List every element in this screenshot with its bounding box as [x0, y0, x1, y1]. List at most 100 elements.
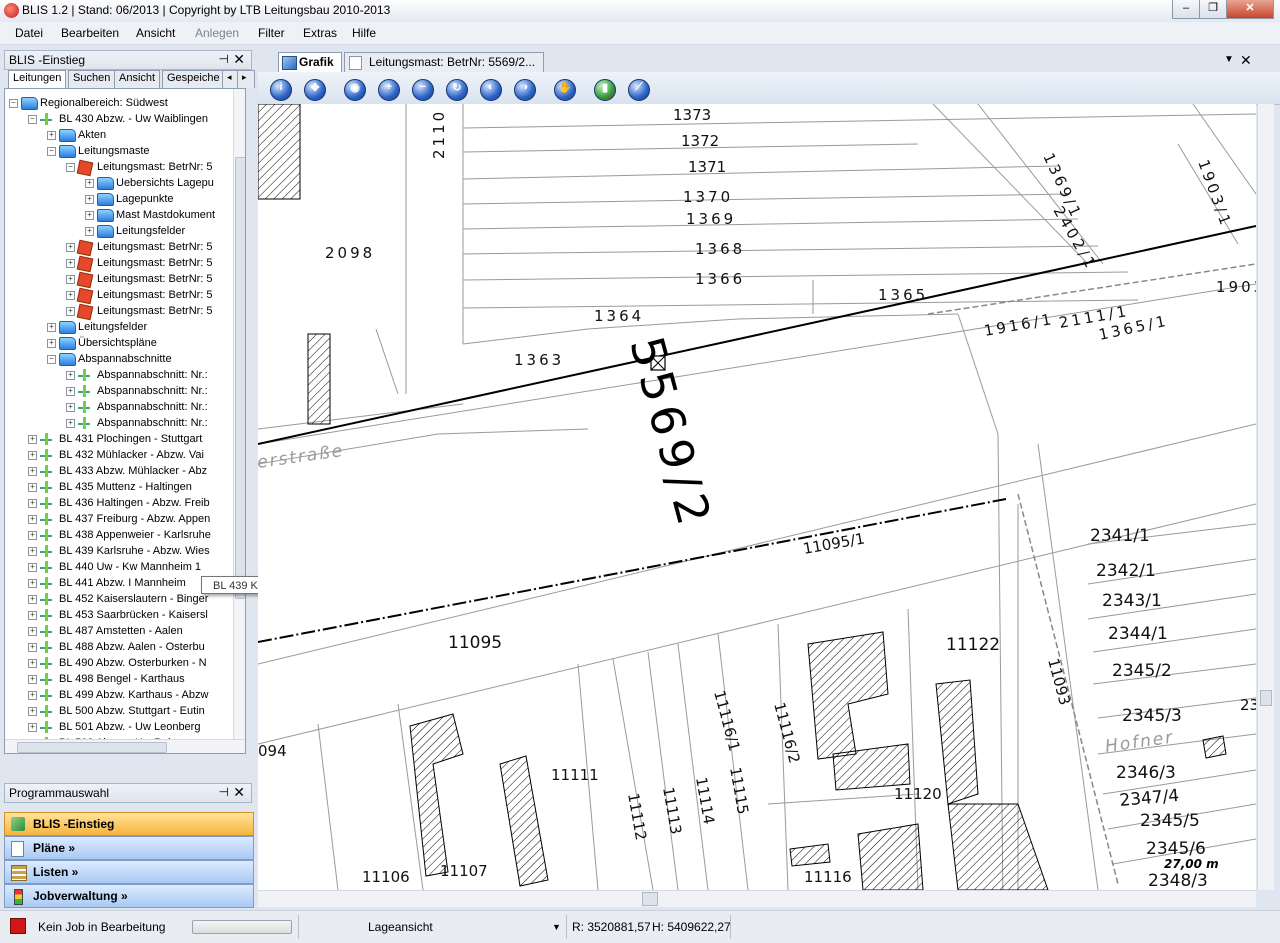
expand-icon[interactable]: +	[28, 483, 37, 492]
expand-icon[interactable]: +	[28, 643, 37, 652]
expand-icon[interactable]: +	[47, 339, 56, 348]
parcel-label: 11116/1	[710, 688, 744, 753]
tree-item-label: BL 488 Abzw. Aalen - Osterbu	[59, 641, 205, 653]
expand-icon[interactable]: +	[47, 131, 56, 140]
tab-leitungen[interactable]: Leitungen	[8, 70, 67, 89]
expand-icon[interactable]: +	[85, 211, 94, 220]
zoom-previous-icon[interactable]: ◑	[514, 79, 536, 101]
expand-icon[interactable]: +	[28, 499, 37, 508]
expand-icon[interactable]: +	[85, 179, 94, 188]
map-vscroll-thumb[interactable]	[1260, 690, 1272, 706]
close-window-button[interactable]: ✕	[1226, 0, 1274, 19]
zoom-icon[interactable]: ◉	[344, 79, 366, 101]
line-icon	[78, 385, 90, 397]
expand-icon[interactable]: +	[66, 243, 75, 252]
expand-icon[interactable]: +	[47, 323, 56, 332]
zoom-out-icon[interactable]: −	[412, 79, 434, 101]
tree-hscroll-thumb[interactable]	[17, 742, 167, 753]
collapse-icon[interactable]: −	[66, 163, 75, 172]
tab-grafik[interactable]: Grafik	[278, 52, 342, 72]
expand-icon[interactable]: +	[66, 291, 75, 300]
tree-vertical-scrollbar[interactable]	[233, 89, 245, 739]
program-blis-einstieg[interactable]: BLIS -Einstieg	[4, 812, 254, 836]
expand-icon[interactable]: +	[85, 195, 94, 204]
tab-gespeichert[interactable]: Gespeiche	[162, 70, 228, 88]
tree-scroll-thumb[interactable]	[235, 157, 245, 599]
expand-icon[interactable]: +	[28, 435, 37, 444]
program-pin-icon[interactable]: ⊣	[219, 785, 229, 799]
expand-icon[interactable]: +	[66, 387, 75, 396]
info-icon[interactable]: i	[270, 79, 292, 101]
zoom-extent-icon[interactable]: ◐	[480, 79, 502, 101]
menu-bearbeiten[interactable]: Bearbeiten	[61, 26, 119, 40]
layer-toggle-icon[interactable]: ▮	[594, 79, 616, 101]
menu-hilfe[interactable]: Hilfe	[352, 26, 376, 40]
expand-icon[interactable]: +	[66, 307, 75, 316]
tabs-dropdown-icon[interactable]: ▼	[1224, 54, 1234, 65]
expand-icon[interactable]: +	[28, 515, 37, 524]
program-listen[interactable]: Listen »	[4, 860, 254, 884]
close-panel-icon[interactable]: ✕	[233, 51, 245, 68]
restore-button[interactable]: ❐	[1199, 0, 1227, 19]
menu-anlegen[interactable]: Anlegen	[195, 26, 239, 40]
tab-leitungsmast[interactable]: Leitungsmast: BetrNr: 5569/2...	[344, 52, 544, 72]
refresh-icon[interactable]: ↻	[446, 79, 468, 101]
map-horizontal-scrollbar[interactable]	[258, 890, 1256, 907]
minimize-button[interactable]: –	[1172, 0, 1200, 19]
hand-icon[interactable]: ✋	[554, 79, 576, 101]
expand-icon[interactable]: +	[28, 547, 37, 556]
menu-ansicht[interactable]: Ansicht	[136, 26, 175, 40]
mast-icon	[76, 255, 94, 273]
menu-extras[interactable]: Extras	[303, 26, 337, 40]
collapse-icon[interactable]: −	[28, 115, 37, 124]
expand-icon[interactable]: +	[28, 579, 37, 588]
map-hscroll-thumb[interactable]	[642, 892, 658, 906]
parcel-label: 11095/1	[802, 529, 867, 558]
menu-filter[interactable]: Filter	[258, 26, 285, 40]
expand-icon[interactable]: +	[28, 467, 37, 476]
expand-icon[interactable]: +	[66, 403, 75, 412]
program-close-icon[interactable]: ✕	[233, 784, 245, 801]
expand-icon[interactable]: +	[28, 707, 37, 716]
expand-icon[interactable]: +	[28, 451, 37, 460]
expand-icon[interactable]: +	[85, 227, 94, 236]
view-mode-dropdown-icon[interactable]: ▼	[552, 922, 561, 932]
expand-icon[interactable]: +	[28, 531, 37, 540]
expand-icon[interactable]: +	[28, 723, 37, 732]
close-document-icon[interactable]: ✕	[1240, 52, 1252, 69]
program-jobverwaltung[interactable]: Jobverwaltung »	[4, 884, 254, 908]
map-canvas[interactable]: 1373 1372 1371 1370 1369 1368 1366 1365 …	[258, 104, 1256, 890]
parcel-label: 1365	[878, 286, 928, 304]
line-icon	[40, 513, 52, 525]
tab-scroll-right-icon[interactable]: ▸	[237, 70, 255, 88]
expand-icon[interactable]: +	[28, 675, 37, 684]
tab-suchen[interactable]: Suchen	[68, 70, 116, 88]
mast-number-label: 5569/2	[619, 331, 722, 536]
pan-move-icon[interactable]: ✥	[304, 79, 326, 101]
collapse-icon[interactable]: −	[47, 355, 56, 364]
expand-icon[interactable]: +	[66, 259, 75, 268]
menu-datei[interactable]: Datei	[15, 26, 43, 40]
map-vertical-scrollbar[interactable]	[1257, 104, 1274, 890]
cadastral-map[interactable]: 1373 1372 1371 1370 1369 1368 1366 1365 …	[258, 104, 1256, 890]
glyph: ✋	[558, 82, 572, 94]
tab-grafik-label: Grafik	[299, 55, 334, 69]
pin-icon[interactable]: ⊣	[219, 52, 229, 66]
expand-icon[interactable]: +	[28, 611, 37, 620]
expand-icon[interactable]: +	[28, 659, 37, 668]
tree-horizontal-scrollbar[interactable]	[5, 739, 245, 753]
expand-icon[interactable]: +	[28, 563, 37, 572]
expand-icon[interactable]: +	[28, 595, 37, 604]
expand-icon[interactable]: +	[66, 275, 75, 284]
expand-icon[interactable]: +	[28, 627, 37, 636]
measure-icon[interactable]: ⟋	[628, 79, 650, 101]
expand-icon[interactable]: +	[66, 371, 75, 380]
collapse-icon[interactable]: −	[47, 147, 56, 156]
tab-ansicht[interactable]: Ansicht	[114, 70, 161, 88]
expand-icon[interactable]: +	[28, 691, 37, 700]
collapse-icon[interactable]: −	[9, 99, 18, 108]
view-mode-select[interactable]: Lageansicht	[368, 920, 433, 934]
expand-icon[interactable]: +	[66, 419, 75, 428]
zoom-in-icon[interactable]: +	[378, 79, 400, 101]
program-plaene[interactable]: Pläne »	[4, 836, 254, 860]
